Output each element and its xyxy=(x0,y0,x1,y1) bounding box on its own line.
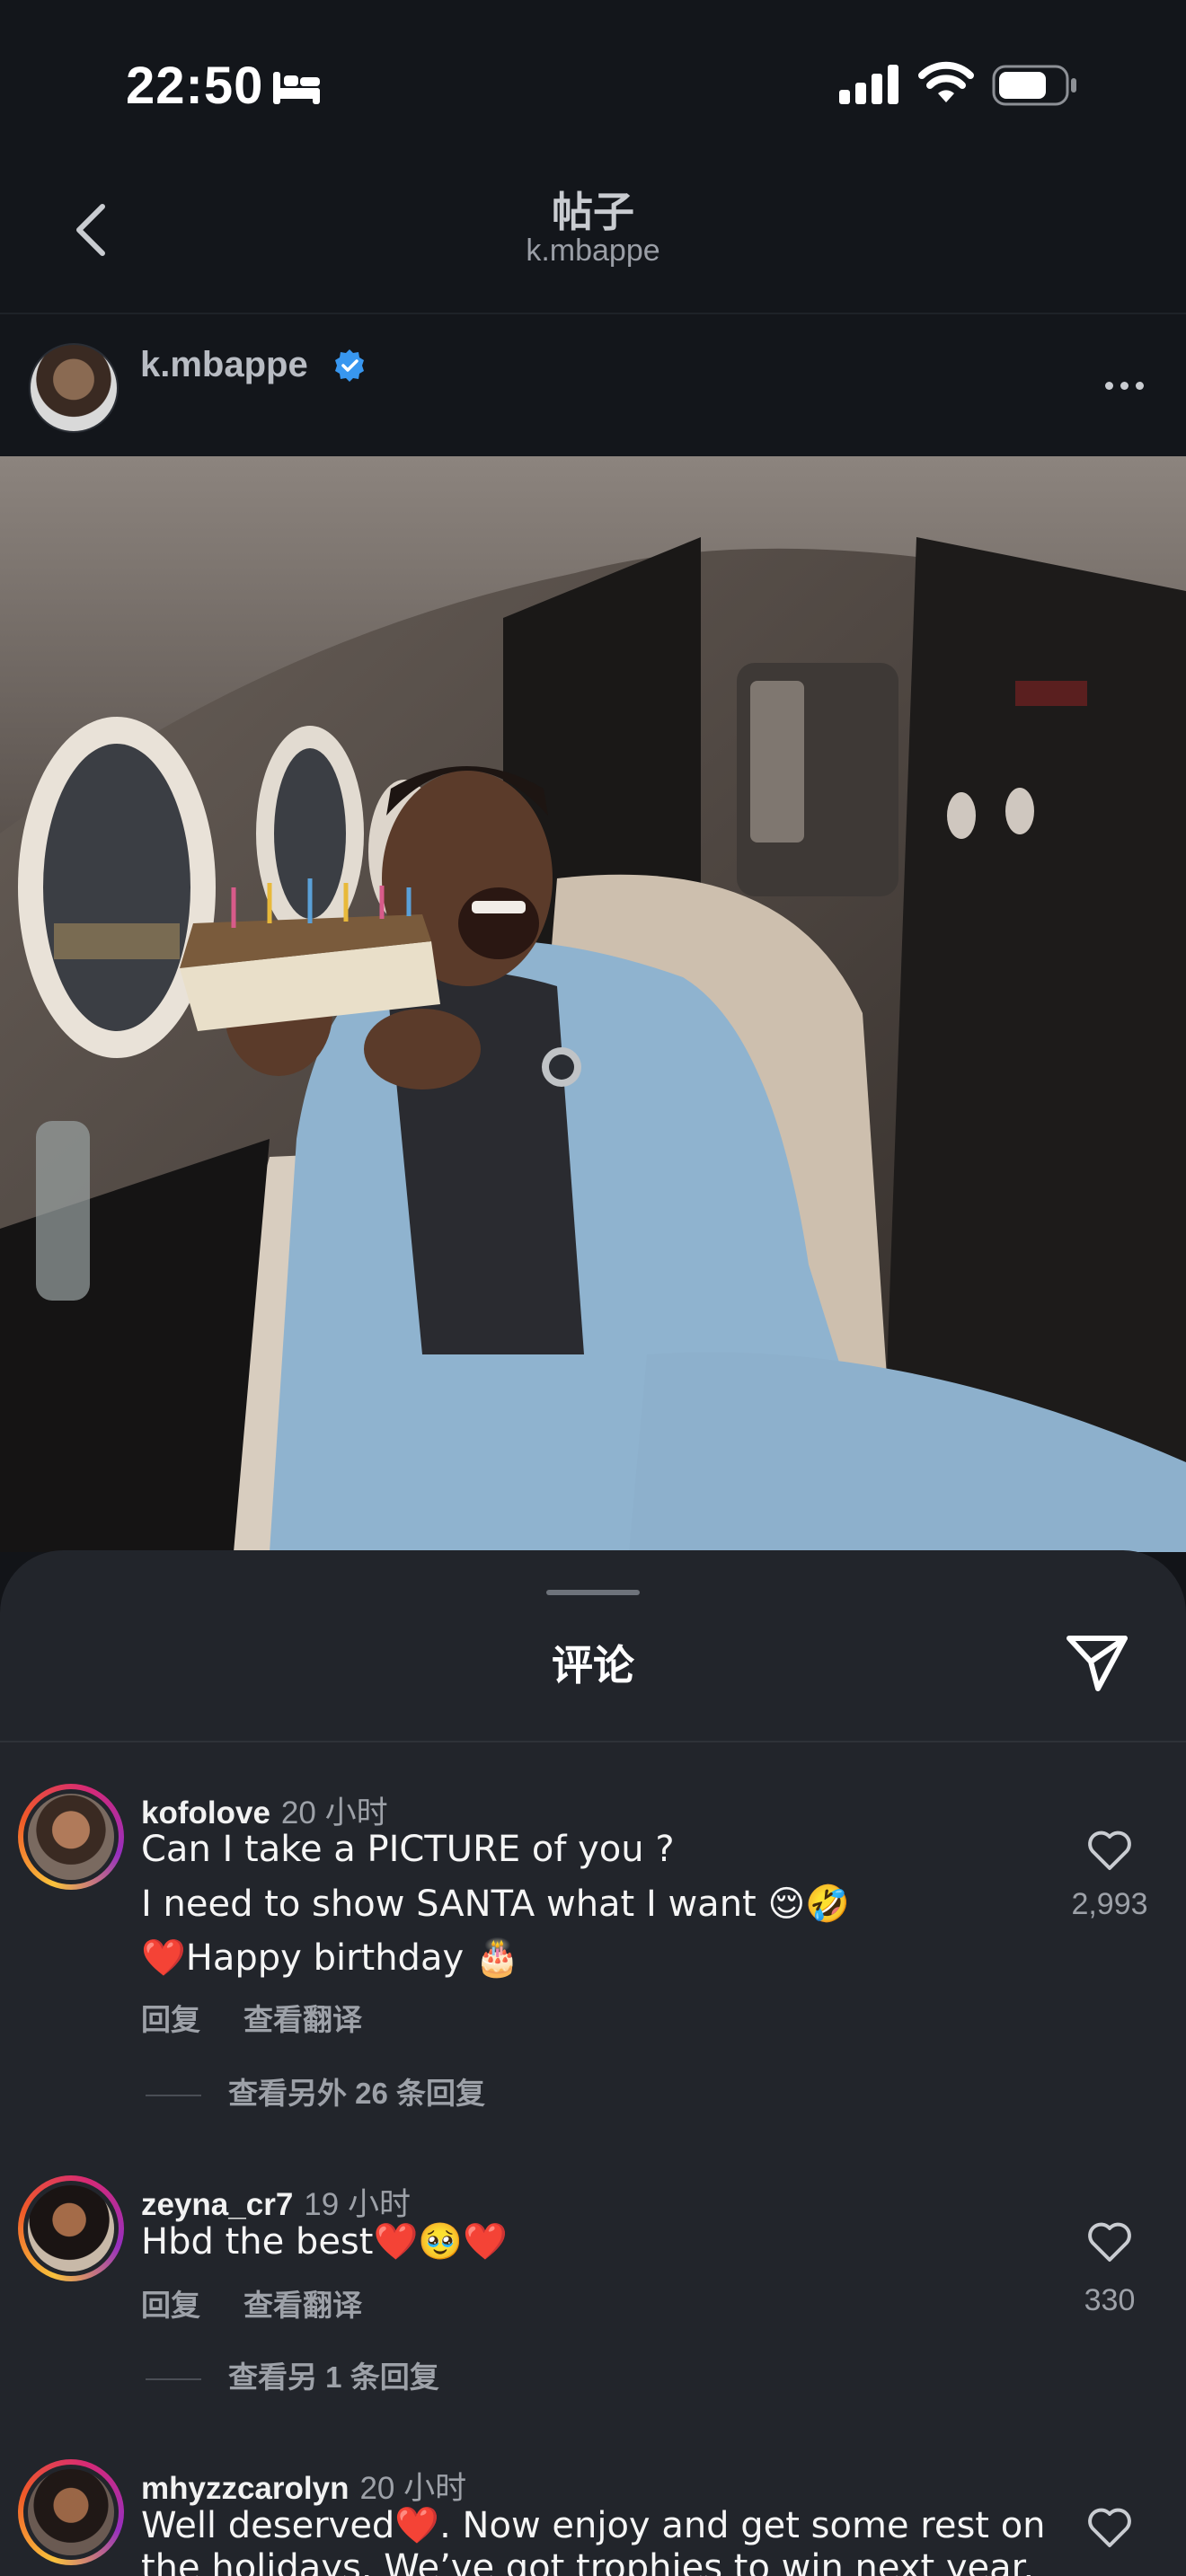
sheet-divider xyxy=(0,1741,1186,1742)
photo-illustration xyxy=(0,456,1186,1552)
reply-button[interactable]: 回复 xyxy=(141,2003,200,2036)
status-bar: 22:50 xyxy=(0,0,1186,162)
comment-text-line: Can I take a PICTURE of you ? xyxy=(141,1829,675,1870)
heart-outline-icon xyxy=(1088,2222,1131,2262)
commenter-avatar[interactable] xyxy=(18,1784,124,1890)
translate-button[interactable]: 查看翻译 xyxy=(243,2289,362,2322)
comment-text-line: ❤️Happy birthday 🎂 xyxy=(141,1937,520,1979)
comment-time: 20 小时 xyxy=(280,1795,388,1831)
comment-text-line: I need to show SANTA what I want 😌🤣 xyxy=(141,1883,850,1925)
like-count: 2,993 xyxy=(1071,1887,1148,1921)
post-header: k.mbappe xyxy=(0,314,1186,456)
view-more-replies[interactable]: 查看另外 26 条回复 xyxy=(146,2069,485,2113)
page-subtitle: k.mbappe xyxy=(526,234,660,268)
comment-time: 19 小时 xyxy=(304,2187,411,2222)
comment-username[interactable]: zeyna_cr7 xyxy=(141,2187,293,2222)
more-dots-icon xyxy=(1104,381,1113,390)
heart-outline-icon xyxy=(1088,1831,1131,1870)
like-button[interactable] xyxy=(1069,2506,1150,2560)
verified-badge-icon xyxy=(335,349,364,382)
wifi-icon xyxy=(918,61,974,102)
comment-time: 20 小时 xyxy=(359,2471,467,2506)
nav-header: 帖子 k.mbappe xyxy=(0,162,1186,314)
like-count: 330 xyxy=(1084,2283,1136,2317)
page-title: 帖子 xyxy=(552,189,634,235)
signal-bars-icon xyxy=(839,65,898,104)
comment-text-line: Hbd the best❤️🥹❤️ xyxy=(141,2221,508,2263)
view-more-replies[interactable]: 查看另 1 条回复 xyxy=(146,2353,439,2396)
status-time: 22:50 xyxy=(126,57,264,115)
paper-plane-icon xyxy=(1067,1636,1128,1691)
translate-button[interactable]: 查看翻译 xyxy=(243,2003,362,2036)
comment-username[interactable]: kofolove xyxy=(141,1795,270,1831)
sheet-drag-handle[interactable] xyxy=(546,1590,640,1595)
post-photo[interactable] xyxy=(0,456,1186,1552)
more-options-button[interactable] xyxy=(1093,363,1155,408)
like-button[interactable] xyxy=(1069,1829,1150,1883)
like-button[interactable] xyxy=(1069,2220,1150,2274)
sleep-bed-icon xyxy=(273,72,320,104)
comment-text-line: Well deserved❤️. Now enjoy and get some … xyxy=(141,2505,1046,2546)
comment-username[interactable]: mhyzzcarolyn xyxy=(141,2471,349,2506)
author-avatar[interactable] xyxy=(29,343,119,433)
commenter-avatar[interactable] xyxy=(18,2459,124,2565)
share-button[interactable] xyxy=(1060,1626,1132,1698)
battery-icon xyxy=(992,65,1076,106)
comment-text-line: the holidays. We’ve got trophies to win … xyxy=(141,2547,1035,2576)
author-username[interactable]: k.mbappe xyxy=(140,345,308,385)
reply-button[interactable]: 回复 xyxy=(141,2289,200,2322)
commenter-avatar[interactable] xyxy=(18,2175,124,2281)
comments-sheet: 评论 kofolove 20 小时 Can I take a PICTURE of… xyxy=(0,1550,1186,2576)
heart-outline-icon xyxy=(1088,2508,1131,2547)
comments-title: 评论 xyxy=(552,1642,634,1689)
